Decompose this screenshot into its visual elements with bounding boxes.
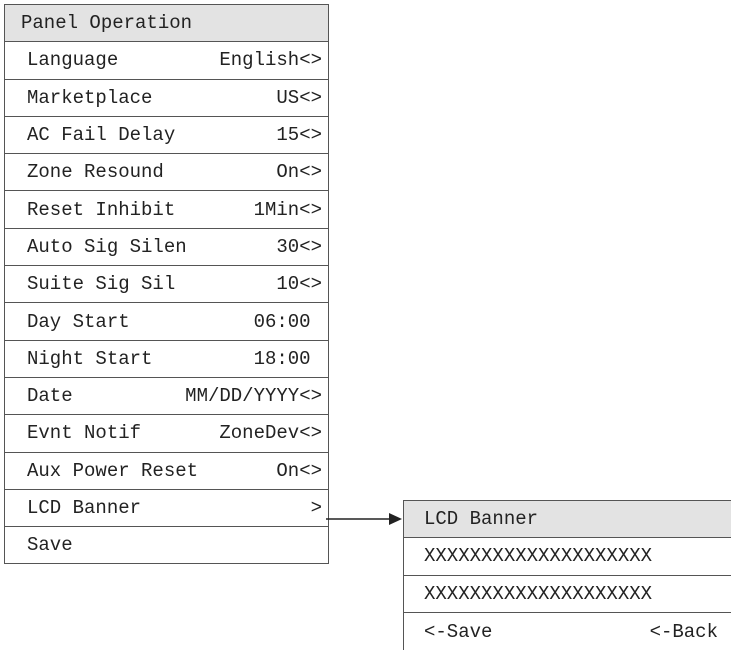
banner-line-text: XXXXXXXXXXXXXXXXXXXX: [424, 582, 653, 605]
back-button[interactable]: <-Back: [650, 621, 718, 643]
banner-line-text: XXXXXXXXXXXXXXXXXXXX: [424, 545, 653, 568]
save-button[interactable]: <-Save: [424, 621, 492, 643]
banner-actions-row: <-Save <-Back: [404, 613, 731, 650]
banner-title: LCD Banner: [424, 508, 539, 531]
banner-title-row: LCD Banner: [404, 501, 731, 539]
banner-line-1[interactable]: XXXXXXXXXXXXXXXXXXXX: [404, 538, 731, 576]
banner-line-2[interactable]: XXXXXXXXXXXXXXXXXXXX: [404, 576, 731, 613]
lcd-banner-menu: LCD Banner XXXXXXXXXXXXXXXXXXXX XXXXXXXX…: [403, 500, 731, 651]
